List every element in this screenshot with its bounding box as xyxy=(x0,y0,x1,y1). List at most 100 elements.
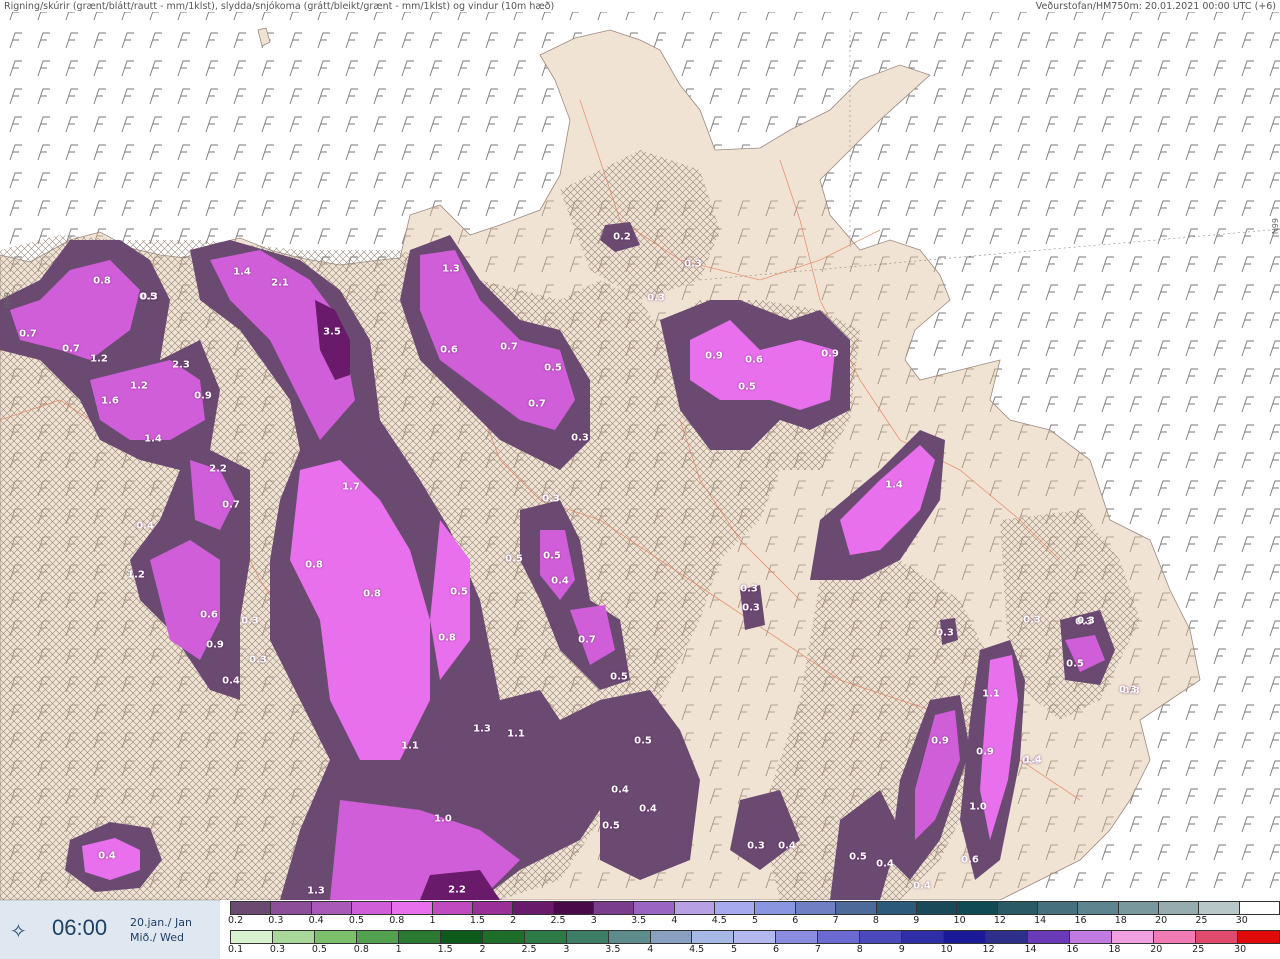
legend-swatch xyxy=(271,902,312,914)
legend-swatch xyxy=(272,931,315,943)
precip-value-label: 0.8 xyxy=(93,275,111,287)
legend-tick-label: 0.2 xyxy=(228,915,244,926)
rain-legend xyxy=(230,930,1280,944)
precip-value-label: 0.3 xyxy=(647,292,665,304)
legend-tick-label: 9 xyxy=(898,944,905,955)
legend-swatch xyxy=(997,902,1038,914)
legend-tick-label: 8 xyxy=(856,944,863,955)
precip-value-label: 1.2 xyxy=(90,353,108,365)
precip-value-label: 0.6 xyxy=(745,354,763,366)
legend-swatch xyxy=(916,902,958,914)
precip-value-label: 0.3 xyxy=(140,291,158,303)
precip-value-label: 3.5 xyxy=(323,326,341,338)
legend-swatch xyxy=(957,902,998,914)
legend-swatch xyxy=(1028,931,1071,943)
legend-swatch xyxy=(1237,931,1279,943)
precip-value-label: 0.7 xyxy=(222,499,240,511)
precip-value-label: 1.3 xyxy=(473,723,491,735)
legend-swatch xyxy=(314,931,357,943)
precip-value-label: 0.3 xyxy=(684,258,702,270)
precip-value-label: 0.5 xyxy=(602,820,620,832)
precip-value-label: 0.4 xyxy=(639,803,657,815)
precip-value-label: 1.1 xyxy=(507,728,525,740)
legend-tick-label: 0.3 xyxy=(268,915,284,926)
precip-value-label: 0.5 xyxy=(738,381,756,393)
precip-value-label: 0.4 xyxy=(913,880,931,892)
legend-swatch xyxy=(513,902,554,914)
legend-swatch xyxy=(755,902,796,914)
precip-value-label: 0.6 xyxy=(440,344,458,356)
legend-swatch xyxy=(776,931,819,943)
precip-value-label: 1.0 xyxy=(969,801,987,813)
precip-value-label: 0.4 xyxy=(778,840,796,852)
legend-tick-label: 0.4 xyxy=(308,915,324,926)
precip-value-label: 0.5 xyxy=(634,735,652,747)
precip-value-label: 0.2 xyxy=(613,231,631,243)
precip-value-label: 1.3 xyxy=(442,263,460,275)
legend-tick-label: 3.5 xyxy=(631,915,647,926)
precip-value-label: 0.8 xyxy=(305,559,323,571)
precip-value-label: 2.3 xyxy=(172,359,190,371)
precip-value-label: 0.7 xyxy=(578,634,596,646)
legend-tick-label: 7 xyxy=(832,915,839,926)
legend-swatch xyxy=(553,902,595,914)
precip-value-label: 0.3 xyxy=(936,627,954,639)
model-run-info: Veðurstofan/HM750m: 20.01.2021 00:00 UTC… xyxy=(1035,1,1276,12)
legend-tick-label: 5 xyxy=(752,915,759,926)
precip-value-label: 0.5 xyxy=(544,362,562,374)
precip-value-label: 0.8 xyxy=(438,632,456,644)
legend-tick-label: 14 xyxy=(1034,915,1047,926)
precip-value-label: 0.3 xyxy=(747,840,765,852)
legend-swatch xyxy=(1112,931,1154,943)
legend-tick-label: 14 xyxy=(1024,944,1037,955)
precip-value-label: 0.6 xyxy=(200,609,218,621)
precip-value-label: 0.3 xyxy=(740,583,758,595)
precip-value-label: 1.4 xyxy=(1024,754,1042,766)
precip-value-label: 0.5 xyxy=(1066,658,1084,670)
time-panel: ✧ 06:00 20.jan./ Jan Mið./ Wed xyxy=(0,900,220,959)
precip-value-label: 0.7 xyxy=(62,343,80,355)
forecast-date: 20.jan./ Jan xyxy=(130,916,192,929)
legend-tick-label: 16 xyxy=(1074,915,1087,926)
legend-tick-label: 0.5 xyxy=(311,944,327,955)
precip-value-label: 0.3 xyxy=(1119,684,1137,696)
precip-value-label: 1.2 xyxy=(130,380,148,392)
legend-tick-label: 10 xyxy=(953,915,966,926)
legend-swatch xyxy=(608,931,651,943)
legend-tick-label: 12 xyxy=(982,944,995,955)
legend-swatch xyxy=(1070,931,1113,943)
legend-tick-label: 10 xyxy=(940,944,953,955)
precip-value-label: 2.1 xyxy=(271,277,289,289)
precip-value-label: 1.4 xyxy=(233,266,251,278)
bottom-bar: ✧ 06:00 20.jan./ Jan Mið./ Wed 0.2 0.3 0.4… xyxy=(0,900,1280,959)
legend-tick-label: 18 xyxy=(1114,915,1127,926)
sparkle-icon[interactable]: ✧ xyxy=(10,919,27,943)
precip-value-label: 1.0 xyxy=(434,813,452,825)
precip-value-label: 0.5 xyxy=(505,553,523,565)
precip-value-label: 1.1 xyxy=(401,740,419,752)
rain-legend-ticks: 0.1 0.3 0.5 0.8 1 1.5 2 2.5 3 3.5 4 4.5 5 6 7 8 9 10 12 14 1… xyxy=(228,944,1278,956)
snow-legend-ticks: 0.2 0.3 0.4 0.5 0.8 1 1.5 2 2.5 3 3.5 4 4.5 5 6 7 8 9 10 12… xyxy=(228,915,1278,927)
forecast-weekday: Mið./ Wed xyxy=(130,931,184,944)
legend-tick-label: 1.5 xyxy=(437,944,453,955)
precip-value-label: 0.5 xyxy=(849,851,867,863)
precip-value-label: 0.9 xyxy=(821,348,839,360)
precip-value-label: 1.6 xyxy=(101,395,119,407)
legend-swatch xyxy=(1195,931,1238,943)
precip-value-label: 0.4 xyxy=(611,784,629,796)
legend-swatch xyxy=(902,931,945,943)
precip-value-label: 0.3 xyxy=(571,432,589,444)
legend-swatch xyxy=(986,931,1029,943)
precip-value-label: 0.4 xyxy=(222,675,240,687)
legend-swatch xyxy=(1239,902,1279,914)
legend-tick-label: 4.5 xyxy=(711,915,727,926)
legend-tick-label: 25 xyxy=(1195,915,1208,926)
precip-value-label: 0.3 xyxy=(1023,614,1041,626)
legend-swatch xyxy=(860,931,903,943)
legend-swatch xyxy=(482,931,525,943)
legend-tick-label: 0.8 xyxy=(389,915,405,926)
legend-swatch xyxy=(836,902,877,914)
snow-legend xyxy=(230,901,1280,915)
legend-tick-label: 4 xyxy=(647,944,654,955)
legend-swatch xyxy=(634,902,675,914)
